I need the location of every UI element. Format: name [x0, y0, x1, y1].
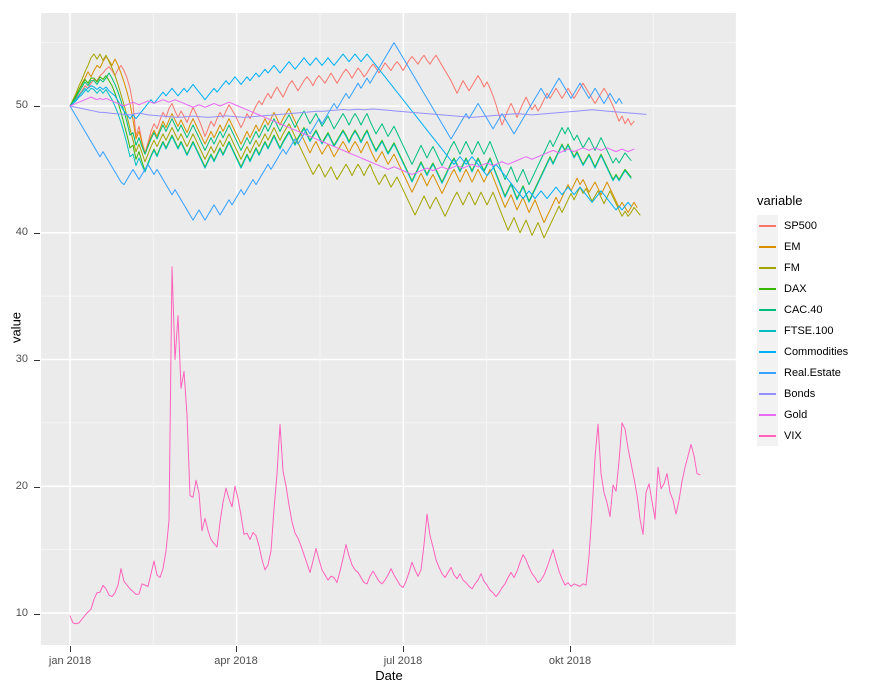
legend-key-swatch [757, 257, 778, 278]
series-line-sp500 [69, 54, 635, 154]
legend-key-swatch [757, 362, 778, 383]
legend-item-label: VIX [784, 429, 802, 442]
legend-item-label: EM [784, 240, 801, 253]
y-tick-mark [34, 233, 40, 234]
series-line-bonds [69, 105, 647, 118]
legend-item-bonds[interactable]: Bonds [757, 383, 848, 404]
y-tick-mark [34, 360, 40, 361]
x-tick-label-apr: apr 2018 [214, 655, 258, 667]
chart-root: 50 40 30 20 10 jan 2018 apr 2018 jul 201… [0, 0, 872, 696]
y-tick-mark [34, 487, 40, 488]
series-line-fm [69, 53, 641, 239]
legend-item-ftse-100[interactable]: FTSE.100 [757, 320, 848, 341]
legend: variable SP500 EM FM DAX CAC.40 FTSE.100 Commo… [757, 193, 848, 446]
legend-item-em[interactable]: EM [757, 236, 848, 257]
legend-item-gold[interactable]: Gold [757, 404, 848, 425]
y-tick-label-20: 20 [15, 480, 28, 492]
x-axis-title: Date [375, 668, 403, 683]
legend-item-label: DAX [784, 282, 807, 295]
plot-panel [41, 13, 737, 645]
x-tick-label-jan: jan 2018 [48, 655, 92, 667]
y-tick-label-50: 50 [15, 99, 28, 111]
legend-key-swatch [757, 341, 778, 362]
legend-item-label: Real.Estate [784, 366, 841, 379]
x-tick-label-okt: okt 2018 [548, 655, 592, 667]
legend-item-sp500[interactable]: SP500 [757, 215, 848, 236]
legend-title: variable [757, 193, 803, 208]
legend-items: SP500 EM FM DAX CAC.40 FTSE.100 Commodities Rea… [757, 215, 848, 446]
legend-key-swatch [757, 236, 778, 257]
legend-item-label: FM [784, 261, 800, 274]
series-line-commodities [69, 53, 632, 211]
legend-item-label: Commodities [784, 345, 849, 358]
legend-item-vix[interactable]: VIX [757, 425, 848, 446]
legend-item-commodities[interactable]: Commodities [757, 341, 848, 362]
series-line-cac-40 [69, 72, 632, 186]
legend-key-swatch [757, 383, 778, 404]
legend-key-swatch [757, 320, 778, 341]
x-tick-mark [403, 646, 404, 652]
x-tick-mark [570, 646, 571, 652]
x-tick-label-jul: jul 2018 [383, 655, 423, 667]
legend-item-label: SP500 [784, 219, 818, 232]
legend-item-dax[interactable]: DAX [757, 278, 848, 299]
x-tick-mark [236, 646, 237, 652]
legend-key-swatch [757, 215, 778, 236]
legend-item-real-estate[interactable]: Real.Estate [757, 362, 848, 383]
x-tick-mark [70, 646, 71, 652]
legend-key-swatch [757, 299, 778, 320]
legend-item-label: Bonds [784, 387, 816, 400]
series-line-em [69, 56, 638, 224]
y-tick-mark [34, 106, 40, 107]
legend-item-label: CAC.40 [784, 303, 823, 316]
legend-key-swatch [757, 404, 778, 425]
legend-item-label: Gold [784, 408, 808, 421]
y-tick-label-10: 10 [15, 607, 28, 619]
y-axis-title: value [8, 311, 24, 344]
plot-svg [41, 13, 737, 645]
legend-item-fm[interactable]: FM [757, 257, 848, 278]
legend-key-swatch [757, 278, 778, 299]
legend-key-swatch [757, 425, 778, 446]
legend-item-cac-40[interactable]: CAC.40 [757, 299, 848, 320]
legend-item-label: FTSE.100 [784, 324, 834, 337]
y-tick-label-40: 40 [15, 226, 28, 238]
series-line-vix [69, 266, 701, 625]
y-tick-mark [34, 614, 40, 615]
